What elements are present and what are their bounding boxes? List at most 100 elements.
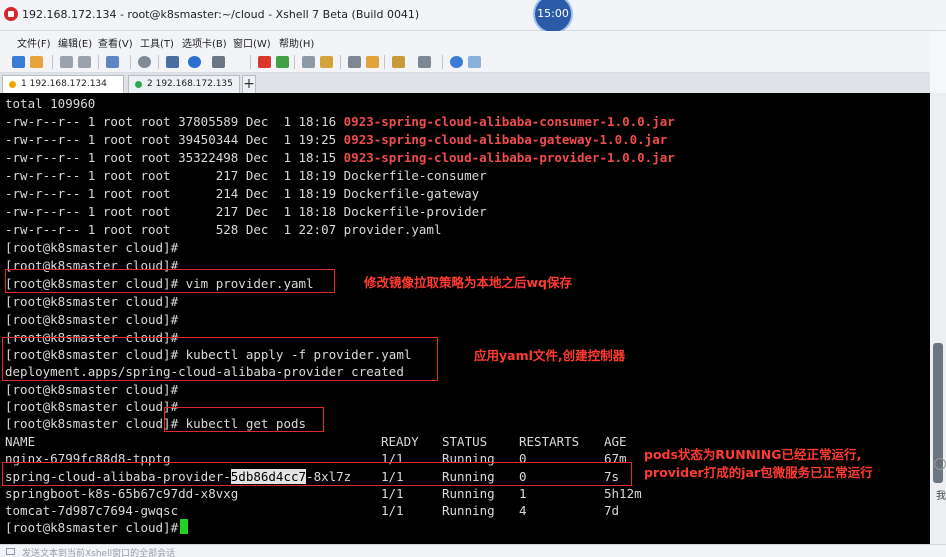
terminal-prompt[interactable]: [root@k8smaster cloud]# <box>5 519 189 537</box>
menu-window[interactable]: 窗口(W) <box>233 35 271 50</box>
help-icon[interactable] <box>450 56 463 68</box>
pods-header-age: AGE <box>604 434 627 449</box>
pod-name: tomcat-7d987c7694-gwqsc <box>5 503 179 518</box>
menu-view[interactable]: 查看(V) <box>98 35 133 50</box>
toolbar-separator <box>294 55 295 69</box>
file-meta: -rw-r--r-- 1 root root 37805589 Dec 1 18… <box>5 114 344 129</box>
tab-label: 2 192.168.172.135 <box>147 79 233 89</box>
terminal-line: -rw-r--r-- 1 root root 217 Dec 1 18:18 D… <box>5 204 487 219</box>
jar-filename: 0923-spring-cloud-alibaba-gateway-1.0.0.… <box>343 132 668 147</box>
session-status-icon <box>9 81 16 88</box>
toolbar <box>0 51 946 73</box>
jar-filename: 0923-spring-cloud-alibaba-consumer-1.0.0… <box>343 114 675 129</box>
open-folder-icon[interactable] <box>30 56 43 68</box>
compose-bar-placeholder[interactable]: 发送文本到当前Xshell窗口的全部会话 <box>22 546 175 557</box>
annotation-pods-note-line2: provider打成的jar包微服务已正常运行 <box>644 465 873 480</box>
lock-icon[interactable] <box>320 56 333 68</box>
terminal-output[interactable]: total 109960 -rw-r--r-- 1 root root 3780… <box>0 93 930 544</box>
toolbar-separator <box>52 55 53 69</box>
transfer-icon[interactable] <box>276 56 289 68</box>
side-glyph-icon: © <box>934 458 946 470</box>
font-icon[interactable] <box>212 56 225 68</box>
title-bar: 192.168.172.134 - root@k8smaster:~/cloud… <box>0 0 946 34</box>
toolbar-separator <box>250 55 251 69</box>
apply-command-highlight-box <box>2 337 438 381</box>
search-icon[interactable] <box>138 56 151 68</box>
highlight-icon[interactable] <box>366 56 379 68</box>
status-bar: 发送文本到当前Xshell窗口的全部会话 <box>0 544 946 557</box>
chat-icon[interactable] <box>468 56 481 68</box>
layout-icon[interactable] <box>418 56 431 68</box>
pods-header-status: STATUS <box>442 434 488 449</box>
toolbar-separator <box>158 55 159 69</box>
session-tab-bar: 1 192.168.172.134 2 192.168.172.135 + <box>0 73 946 93</box>
copy-icon[interactable] <box>78 56 91 68</box>
file-meta: -rw-r--r-- 1 root root 39450344 Dec 1 19… <box>5 132 344 147</box>
pod-ready: 1/1 <box>381 486 404 501</box>
terminal-line: [root@k8smaster cloud]# <box>5 312 179 327</box>
globe-icon[interactable] <box>188 56 201 68</box>
pod-status: Running <box>442 486 495 501</box>
pod-age: 7d <box>604 503 620 518</box>
terminal-line: [root@k8smaster cloud]# <box>5 399 179 414</box>
xshell-logo-icon <box>4 7 18 21</box>
terminal-line: -rw-r--r-- 1 root root 39450344 Dec 1 19… <box>5 131 667 149</box>
add-tab-button[interactable]: + <box>242 75 256 93</box>
file-meta: -rw-r--r-- 1 root root 35322498 Dec 1 18… <box>5 150 344 165</box>
terminal-line: -rw-r--r-- 1 root root 37805589 Dec 1 18… <box>5 113 675 131</box>
pod-restarts: 1 <box>519 486 527 501</box>
fullscreen-icon[interactable] <box>302 56 315 68</box>
terminal-line: -rw-r--r-- 1 root root 217 Dec 1 18:19 D… <box>5 168 487 183</box>
compose-bar-icon[interactable] <box>6 548 15 555</box>
get-pods-highlight-box <box>164 407 324 432</box>
clock-badge: 15:00 <box>533 0 573 34</box>
tab-session-1[interactable]: 1 192.168.172.134 <box>2 75 124 93</box>
toolbar-separator <box>130 55 131 69</box>
toolbar-separator <box>340 55 341 69</box>
tab-session-2[interactable]: 2 192.168.172.135 <box>128 75 240 93</box>
pods-header-restarts: RESTARTS <box>519 434 580 449</box>
cut-icon[interactable] <box>60 56 73 68</box>
side-text: 我 <box>936 491 946 502</box>
session-status-icon <box>135 81 142 88</box>
pod-restarts: 4 <box>519 503 527 518</box>
terminal-line: total 109960 <box>5 96 96 111</box>
terminal-line: [root@k8smaster cloud]# <box>5 294 179 309</box>
pod-ready: 1/1 <box>381 503 404 518</box>
annotation-apply-note: 应用yaml文件,创建控制器 <box>474 348 626 363</box>
pod-name: springboot-k8s-65b67c97dd-x8vxg <box>5 486 239 501</box>
terminal-cursor <box>180 519 189 534</box>
print-icon[interactable] <box>166 56 179 68</box>
toolbar-separator <box>442 55 443 69</box>
new-session-icon[interactable] <box>12 56 25 68</box>
tab-label: 1 192.168.172.134 <box>21 79 107 89</box>
menu-tools[interactable]: 工具(T) <box>140 35 174 50</box>
terminal-line: [root@k8smaster cloud]# <box>5 382 179 397</box>
vertical-scrollbar[interactable] <box>930 93 946 544</box>
terminal-line: -rw-r--r-- 1 root root 214 Dec 1 18:19 D… <box>5 186 480 201</box>
pod-status: Running <box>442 503 495 518</box>
menu-bar: 文件(F) 编辑(E) 查看(V) 工具(T) 选项卡(B) 窗口(W) 帮助(… <box>0 31 946 51</box>
toolbar-separator <box>98 55 99 69</box>
prompt-text: [root@k8smaster cloud]# <box>5 520 179 535</box>
terminal-line: -rw-r--r-- 1 root root 35322498 Dec 1 18… <box>5 149 675 167</box>
script-icon[interactable] <box>392 56 405 68</box>
vim-command-highlight-box <box>5 269 335 293</box>
pods-header-name: NAME <box>5 434 36 449</box>
window-title: 192.168.172.134 - root@k8smaster:~/cloud… <box>22 8 420 21</box>
menu-tabs[interactable]: 选项卡(B) <box>182 35 227 50</box>
menu-help[interactable]: 帮助(H) <box>279 35 314 50</box>
terminal-line: -rw-r--r-- 1 root root 528 Dec 1 22:07 p… <box>5 222 442 237</box>
jar-filename: 0923-spring-cloud-alibaba-provider-1.0.0… <box>343 150 675 165</box>
xftp-icon[interactable] <box>258 56 271 68</box>
keyboard-icon[interactable] <box>348 56 361 68</box>
pods-header-ready: READY <box>381 434 419 449</box>
provider-pod-highlight-box <box>2 462 632 486</box>
paste-icon[interactable] <box>106 56 119 68</box>
pod-age: 5h12m <box>604 486 642 501</box>
annotation-vim-note: 修改镜像拉取策略为本地之后wq保存 <box>364 275 572 290</box>
menu-file[interactable]: 文件(F) <box>17 35 51 50</box>
terminal-line: [root@k8smaster cloud]# <box>5 240 179 255</box>
side-panel-strip <box>930 31 946 93</box>
menu-edit[interactable]: 编辑(E) <box>58 35 92 50</box>
